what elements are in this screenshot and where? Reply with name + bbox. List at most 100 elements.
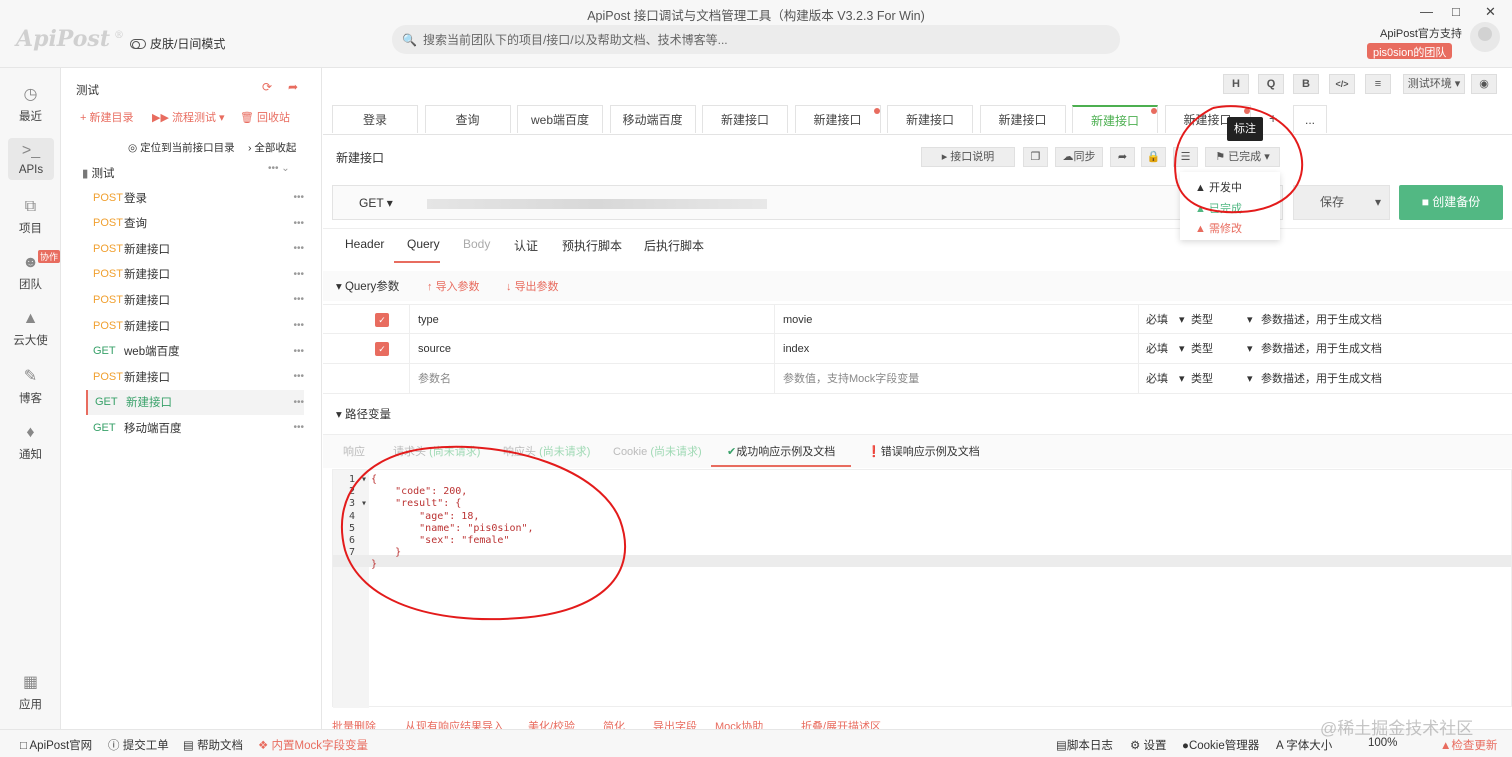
nav-project[interactable]: ⧉ 项目 [0, 198, 61, 236]
tab-error-example[interactable]: ❗错误响应示例及文档 [867, 443, 980, 459]
copy-icon[interactable]: ❐ [1023, 147, 1048, 167]
more-icon[interactable]: ••• [293, 243, 304, 254]
request-tab[interactable]: 新建接口 [887, 105, 973, 133]
tree-item[interactable]: GET web端百度 ••• [86, 339, 304, 364]
tree-item[interactable]: POST 新建接口 ••• [86, 236, 304, 261]
request-tab[interactable]: web端百度 [517, 105, 603, 133]
check-update-button[interactable]: ▲检查更新 [1440, 737, 1497, 753]
param-key[interactable]: type [418, 305, 439, 335]
mock-link[interactable]: ❖ 内置Mock字段变量 [258, 737, 368, 753]
type-select[interactable]: 类型 [1191, 334, 1213, 364]
nav-blog[interactable]: ✎ 博客 [0, 368, 61, 406]
refresh-icon[interactable]: ⟳ [262, 80, 272, 94]
more-icon[interactable]: ••• [293, 397, 304, 408]
tab-request-header[interactable]: 请求头 (尚未请求) [393, 443, 480, 459]
avatar[interactable] [1470, 22, 1500, 52]
more-icon[interactable]: ••• [293, 294, 304, 305]
settings-button[interactable]: ⚙ 设置 [1130, 737, 1167, 753]
status-option-done[interactable]: ▲ 已完成 [1195, 200, 1242, 216]
heading-button[interactable]: H [1223, 74, 1249, 94]
status-option-dev[interactable]: ▲ 开发中 [1195, 179, 1242, 195]
skin-toggle[interactable]: 皮肤/日间模式 [130, 35, 225, 52]
request-tab[interactable]: 移动端百度 [609, 105, 696, 133]
cookie-manager-button[interactable]: ●Cookie管理器 [1182, 737, 1259, 753]
request-tab[interactable]: 查询 [424, 105, 511, 133]
checkbox[interactable]: ✓ [375, 313, 389, 327]
maximize-icon[interactable]: □ [1452, 4, 1460, 19]
collapse-all-button[interactable]: › 全部收起 [248, 140, 296, 155]
more-icon[interactable]: ••• [293, 346, 304, 357]
recycle-button[interactable]: 🗑 回收站 [240, 109, 290, 125]
param-value[interactable]: index [783, 334, 809, 364]
official-site-link[interactable]: □ ApiPost官网 [20, 737, 92, 753]
request-tab[interactable]: 新建接口 [1072, 105, 1158, 133]
tree-item[interactable]: GET 移动端百度 ••• [86, 415, 304, 440]
tree-item[interactable]: POST 新建接口 ••• [86, 262, 304, 287]
font-size-button[interactable]: A 字体大小 [1276, 737, 1332, 753]
eye-icon[interactable]: ◉ [1471, 74, 1497, 94]
env-select[interactable]: 测试环境 ▾ [1403, 74, 1465, 94]
tab-response-header[interactable]: 响应头 (尚未请求) [503, 443, 590, 459]
tree-item[interactable]: POST 新建接口 ••• [86, 287, 304, 312]
folder-more-icon[interactable]: ••• ⌄ [268, 163, 290, 174]
locate-button[interactable]: ◎ 定位到当前接口目录 [128, 140, 235, 155]
code-editor[interactable]: 1 ▾23 ▾45678 { "code": 200, "result": { … [332, 469, 1512, 708]
folder-row[interactable]: ▮ 测试 [82, 165, 115, 181]
request-tab[interactable]: 新建接口 [979, 105, 1066, 133]
param-desc[interactable]: 参数描述，用于生成文档 [1261, 364, 1382, 394]
url-bar[interactable]: GET ▾ [332, 185, 1283, 220]
tab-cookie[interactable]: Cookie (尚未请求) [613, 443, 702, 459]
close-icon[interactable]: ✕ [1485, 4, 1496, 20]
tree-item[interactable]: POST 新建接口 ••• [86, 364, 304, 389]
sliders-icon[interactable]: ≡ [1365, 74, 1391, 94]
team-badge[interactable]: pis0sion的团队 [1367, 43, 1453, 59]
request-tab[interactable]: 新建接口 [794, 105, 881, 133]
more-icon[interactable]: ••• [293, 422, 304, 433]
nav-recent[interactable]: ◷ 最近 [0, 86, 61, 124]
more-icon[interactable]: ••• [293, 269, 304, 280]
status-option-revise[interactable]: ▲ 需修改 [1195, 220, 1242, 236]
subtab[interactable]: Query [407, 237, 440, 251]
help-link[interactable]: ▤ 帮助文档 [183, 737, 243, 753]
global-search[interactable]: 🔍 搜索当前团队下的项目/接口/以及帮助文档、技术博客等... [392, 25, 1120, 54]
subtab[interactable]: Header [345, 237, 384, 251]
minimize-icon[interactable]: — [1420, 4, 1433, 19]
new-dir-button[interactable]: + 新建目录 [80, 109, 133, 125]
subtab[interactable]: 认证 [514, 237, 538, 254]
param-value[interactable]: movie [783, 305, 812, 335]
more-icon[interactable]: ••• [293, 192, 304, 203]
request-tab[interactable]: 登录 [332, 105, 418, 133]
bold-button[interactable]: B [1293, 74, 1319, 94]
query-section-title[interactable]: ▾ Query参数 [336, 278, 399, 294]
param-desc[interactable]: 参数描述，用于生成文档 [1261, 305, 1382, 335]
required-select[interactable]: 必填 [1146, 305, 1168, 335]
nav-apis[interactable]: >_ APIs [8, 138, 54, 180]
database-icon[interactable]: ☰ [1173, 147, 1198, 167]
param-value[interactable]: 参数值，支持Mock字段变量 [783, 364, 919, 394]
import-params-button[interactable]: ↑ 导入参数 [427, 278, 480, 294]
more-icon[interactable]: ••• [293, 371, 304, 382]
subtab[interactable]: Body [463, 237, 490, 251]
type-select[interactable]: 类型 [1191, 364, 1213, 394]
nav-apps[interactable]: ▦ 应用 [0, 674, 61, 712]
more-icon[interactable]: ••• [293, 218, 304, 229]
tree-item[interactable]: POST 查询 ••• [86, 211, 304, 236]
request-tab[interactable]: 新建接口 [702, 105, 788, 133]
path-vars-title[interactable]: ▾ 路径变量 [336, 406, 391, 422]
tab-more[interactable]: ... [1293, 105, 1327, 133]
param-key[interactable]: source [418, 334, 451, 364]
nav-notify[interactable]: ♦ 通知 [0, 424, 61, 462]
nav-ambassador[interactable]: ▲ 云大使 [0, 310, 61, 348]
export-params-button[interactable]: ↓ 导出参数 [506, 278, 559, 294]
code-button[interactable]: </> [1329, 74, 1355, 94]
url-input[interactable] [427, 199, 767, 209]
required-select[interactable]: 必填 [1146, 334, 1168, 364]
script-log-button[interactable]: ▤脚本日志 [1056, 737, 1113, 753]
flow-test-button[interactable]: ▶▶ 流程测试 ▾ [152, 109, 225, 125]
backup-button[interactable]: ■ 创建备份 [1399, 185, 1503, 220]
type-select[interactable]: 类型 [1191, 305, 1213, 335]
share-icon[interactable]: ➦ [1110, 147, 1135, 167]
param-key[interactable]: 参数名 [418, 364, 451, 394]
more-icon[interactable]: ••• [293, 320, 304, 331]
share-icon[interactable]: ➦ [288, 80, 298, 94]
